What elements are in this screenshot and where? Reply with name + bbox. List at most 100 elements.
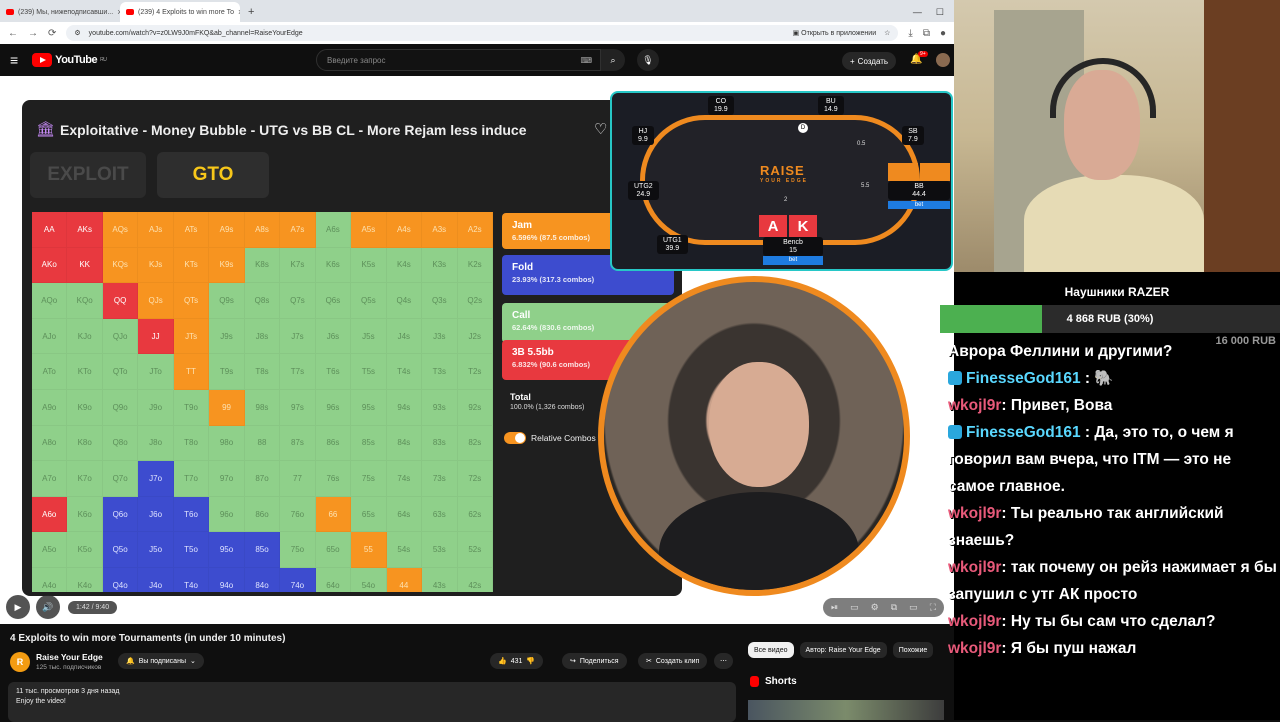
clip-button[interactable]: ✂ Создать клип <box>638 653 708 669</box>
hand-cell: T6s <box>315 354 352 390</box>
download-icon[interactable]: ⤓ <box>908 28 912 39</box>
shorts-label: Shorts <box>765 676 797 687</box>
action-detail: 23.93% (317.3 combos) <box>512 275 595 284</box>
channel-avatar[interactable]: R <box>10 652 30 672</box>
seat-name: UTG2 <box>634 183 653 190</box>
hand-cell: 83s <box>422 425 458 462</box>
chat-message: FinesseGod161 : 🐘 <box>946 365 1280 392</box>
chat-nick: FinesseGod161 <box>966 370 1081 387</box>
hand-cell: Q3s <box>422 283 458 319</box>
subscribed-button[interactable]: 🔔 Вы подписаны ⌄ <box>118 653 204 669</box>
seat-sb: SB 7.9 <box>902 126 924 146</box>
thumbs-down-icon[interactable]: 👎 <box>526 657 535 665</box>
window-controls: — ☐ <box>903 2 954 22</box>
subtitles-icon[interactable]: ▭ <box>850 602 859 613</box>
presenter-webcam <box>598 276 910 596</box>
minimize-icon[interactable]: — <box>913 7 922 17</box>
search-placeholder: Введите запрос <box>327 55 386 65</box>
hand-cell: K8o <box>67 425 103 462</box>
seat-bb: BB 44.4 <box>888 181 950 201</box>
hand-cell: 43s <box>422 567 458 592</box>
miniplayer-icon[interactable]: ⧉ <box>891 602 897 613</box>
fullscreen-icon[interactable]: ⛶ <box>930 602 936 613</box>
like-count: 431 <box>510 657 523 665</box>
hand-cell: K8s <box>244 247 281 284</box>
total-label: Total <box>510 392 531 402</box>
create-button[interactable]: + Создать <box>842 52 897 70</box>
notification-count-badge: 9+ <box>918 51 928 57</box>
dealer-button: D <box>798 123 808 133</box>
keyboard-icon[interactable]: ⌨ <box>580 56 592 65</box>
channel-name[interactable]: Raise Your Edge <box>36 652 103 662</box>
play-button[interactable]: ▶ <box>6 595 30 619</box>
browser-tab[interactable]: (239) Мы, нижеподписавши... × <box>0 2 120 22</box>
hand-cell: A3s <box>422 212 458 248</box>
poker-table-overlay: RAISE YOUR EDGE CO 19.9 BU 14.9 HJ 9.9 SB 7.9… <box>610 91 953 271</box>
search-button[interactable]: ⌕ <box>601 49 625 71</box>
hand-cell: 84s <box>386 425 423 462</box>
maximize-icon[interactable]: ☐ <box>936 7 944 18</box>
url-field[interactable]: ⚙ youtube.com/watch?v=z0LW9J0mFKQ&ab_cha… <box>66 25 899 41</box>
profile-icon[interactable]: ● <box>940 28 946 39</box>
seat-name: BB <box>914 183 924 190</box>
hamburger-menu-icon[interactable]: ≡ <box>10 52 18 68</box>
seat-stack: 15 <box>789 246 797 254</box>
seat-co: CO 19.9 <box>708 96 734 116</box>
site-info-icon[interactable]: ⚙ <box>74 29 80 37</box>
open-in-app-button[interactable]: ▣ Открыть в приложении <box>793 29 877 37</box>
logo-text: RAISE <box>760 163 805 178</box>
subscriber-count: 125 тыс. подписчиков <box>36 664 102 671</box>
volume-icon: 🔊 <box>42 601 54 612</box>
seat-name: BU <box>825 98 836 105</box>
hand-cell: J3s <box>422 318 458 355</box>
filter-chip[interactable]: Автор: Raise Your Edge <box>799 642 887 658</box>
chat-message: FinesseGod161 : Да, это то, о чем я гово… <box>946 419 1280 500</box>
autoplay-icon[interactable]: ⏯ <box>831 602 838 613</box>
hand-cell: 96o <box>209 496 245 533</box>
seat-name: CO <box>715 98 727 105</box>
like-button[interactable]: 👍 431 👎 <box>490 653 544 669</box>
region-label: RU <box>100 57 107 63</box>
video-player[interactable]: 🏛 Exploitative - Money Bubble - UTG vs B… <box>0 76 954 624</box>
search-input[interactable]: Введите запрос ⌨ <box>316 49 601 71</box>
filter-chip[interactable]: Все видео <box>748 642 794 658</box>
voice-search-button[interactable]: 🎙 <box>637 49 659 71</box>
hand-cell: 96s <box>315 389 352 426</box>
theater-icon[interactable]: ▭ <box>909 602 918 613</box>
hand-cell: JJ <box>138 318 174 355</box>
hand-cell: T8o <box>173 425 210 462</box>
volume-button[interactable]: 🔊 <box>36 595 60 619</box>
hand-cell: 76s <box>315 461 352 497</box>
hand-cell: A4o <box>32 567 68 592</box>
chat-badge-icon <box>948 425 962 439</box>
seat-name: HJ <box>638 128 648 135</box>
hand-cell: Q7s <box>280 283 316 319</box>
hand-cell: 75o <box>280 532 316 568</box>
more-actions-button[interactable]: ⋯ <box>714 653 733 669</box>
hand-cell: 76o <box>280 496 316 533</box>
youtube-logo[interactable]: YouTube RU <box>32 53 107 67</box>
hand-cell: 92s <box>457 389 493 426</box>
hand-cell: KTo <box>67 354 103 390</box>
filter-chip[interactable]: Похожие <box>892 642 934 658</box>
new-tab-button[interactable]: + <box>240 2 262 22</box>
reload-icon[interactable]: ⟳ <box>48 28 56 39</box>
back-icon[interactable]: ← <box>8 28 18 39</box>
hand-cell: KQo <box>67 283 103 319</box>
share-button[interactable]: ↪ Поделиться <box>562 653 627 669</box>
logo-subtext: YOUR EDGE <box>760 178 809 184</box>
settings-icon[interactable]: ⚙ <box>871 602 879 613</box>
description-box[interactable]: 11 тыс. просмотров 3 дня назад Enjoy the… <box>8 682 736 722</box>
seat-utg2: UTG2 24.9 <box>628 181 659 201</box>
forward-icon[interactable]: → <box>28 28 38 39</box>
hand-cell: Q7o <box>102 461 139 497</box>
seat-stack: 7.9 <box>908 135 918 143</box>
shorts-thumbnails[interactable] <box>748 700 944 720</box>
browser-tab-active[interactable]: (239) 4 Exploits to win more To × <box>120 2 240 22</box>
extensions-icon[interactable]: ⧉ <box>923 28 930 39</box>
account-avatar[interactable] <box>936 53 950 67</box>
bookmark-star-icon[interactable]: ☆ <box>884 29 890 37</box>
hand-cell: 93s <box>422 389 458 426</box>
share-icon: ↪ <box>570 658 576 665</box>
hand-cell: AJo <box>32 318 68 355</box>
